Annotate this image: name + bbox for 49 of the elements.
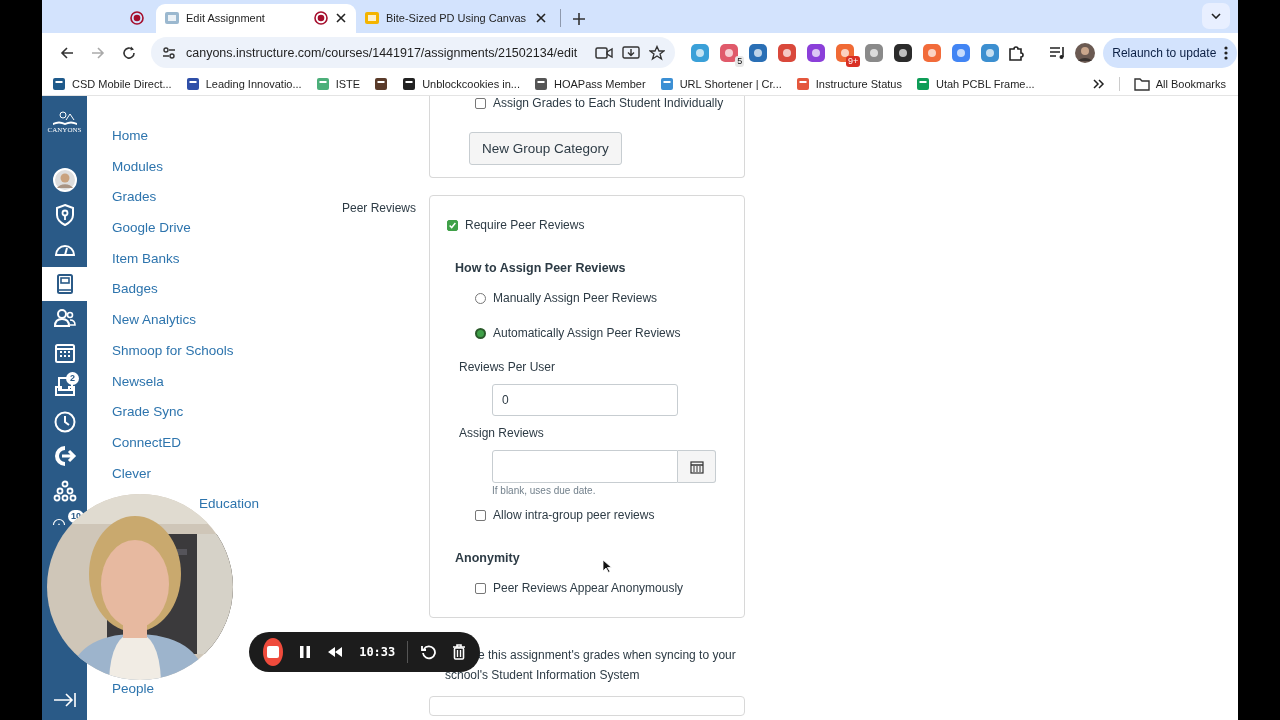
section-heading: How to Assign Peer Reviews — [455, 261, 626, 275]
relaunch-button[interactable]: Relaunch to update — [1103, 37, 1238, 68]
course-nav-link[interactable]: Clever — [112, 458, 151, 490]
checkbox-label: Peer Reviews Appear Anonymously — [493, 581, 684, 595]
checkbox-label: Require Peer Reviews — [465, 218, 585, 232]
course-nav-link[interactable]: Education — [199, 489, 260, 520]
recording-timer: 10:33 — [359, 645, 396, 659]
section-heading: Anonymity — [455, 551, 520, 565]
bookmark[interactable]: Instructure Status — [795, 76, 902, 91]
course-nav-link[interactable]: ConnectED — [112, 427, 182, 459]
course-nav-link[interactable]: People — [112, 680, 155, 698]
hint-text: If blank, uses due date. — [492, 485, 596, 496]
course-nav-link[interactable]: Newsela — [112, 366, 164, 398]
course-nav-link[interactable]: Google Drive — [112, 213, 191, 244]
all-bookmarks-button[interactable]: All Bookmarks — [1133, 76, 1226, 91]
field-label: Reviews Per User — [459, 360, 556, 374]
bookmark[interactable]: Unblockcookies in... — [402, 76, 520, 91]
browser-tab[interactable]: Edit Assignment — [156, 4, 356, 33]
bookmark[interactable]: ISTE — [315, 76, 361, 91]
extension-icon[interactable]: 9+ — [834, 41, 857, 64]
field-label: Peer Reviews — [340, 200, 416, 217]
bookmark[interactable]: Utah PCBL Frame... — [916, 76, 1035, 91]
bookmark[interactable]: Leading Innovatio... — [185, 76, 302, 91]
checkbox-label: Allow intra-group peer reviews — [493, 508, 655, 522]
new-group-category-button[interactable]: New Group Category — [469, 132, 622, 165]
help-text: e this assignment's grades when syncing to your — [478, 647, 736, 664]
radio-label: Manually Assign Peer Reviews — [493, 291, 658, 305]
checkbox-label: Assign Grades to Each Student Individually — [493, 96, 724, 110]
course-nav-link[interactable]: Modules — [112, 151, 164, 183]
course-nav-link[interactable]: Home — [112, 121, 148, 152]
field-label: Assign Reviews — [459, 426, 544, 440]
extension-icon[interactable]: 5 — [718, 41, 741, 64]
reviews-per-user-field[interactable]: 0 — [492, 384, 678, 416]
address-bar[interactable]: canyons.instructure.com/courses/1441917/assignments/21502134/edit — [151, 37, 676, 68]
bookmark[interactable]: URL Shortener | Cr... — [659, 76, 782, 91]
extension-badge: 9+ — [845, 55, 861, 67]
course-nav-link[interactable]: Item Banks — [112, 243, 180, 275]
course-nav-link[interactable]: Grades — [112, 182, 157, 214]
bookmark[interactable]: CSD Mobile Direct... — [52, 76, 172, 91]
course-nav-link[interactable]: Shmoop for Schools — [112, 335, 234, 367]
course-nav-link[interactable]: Badges — [112, 274, 158, 306]
bookmark[interactable]: HOAPass Member — [533, 76, 646, 91]
help-text: school's Student Information System — [445, 667, 640, 684]
radio-label: Automatically Assign Peer Reviews — [493, 326, 681, 340]
extension-badge: 5 — [735, 55, 745, 67]
notification-badge: 2 — [66, 372, 79, 385]
course-nav-link[interactable]: New Analytics — [112, 305, 197, 336]
browser-tab[interactable]: Bite-Sized PD Using Canvas — [356, 4, 556, 33]
course-nav-link[interactable]: Grade Sync — [112, 397, 184, 428]
